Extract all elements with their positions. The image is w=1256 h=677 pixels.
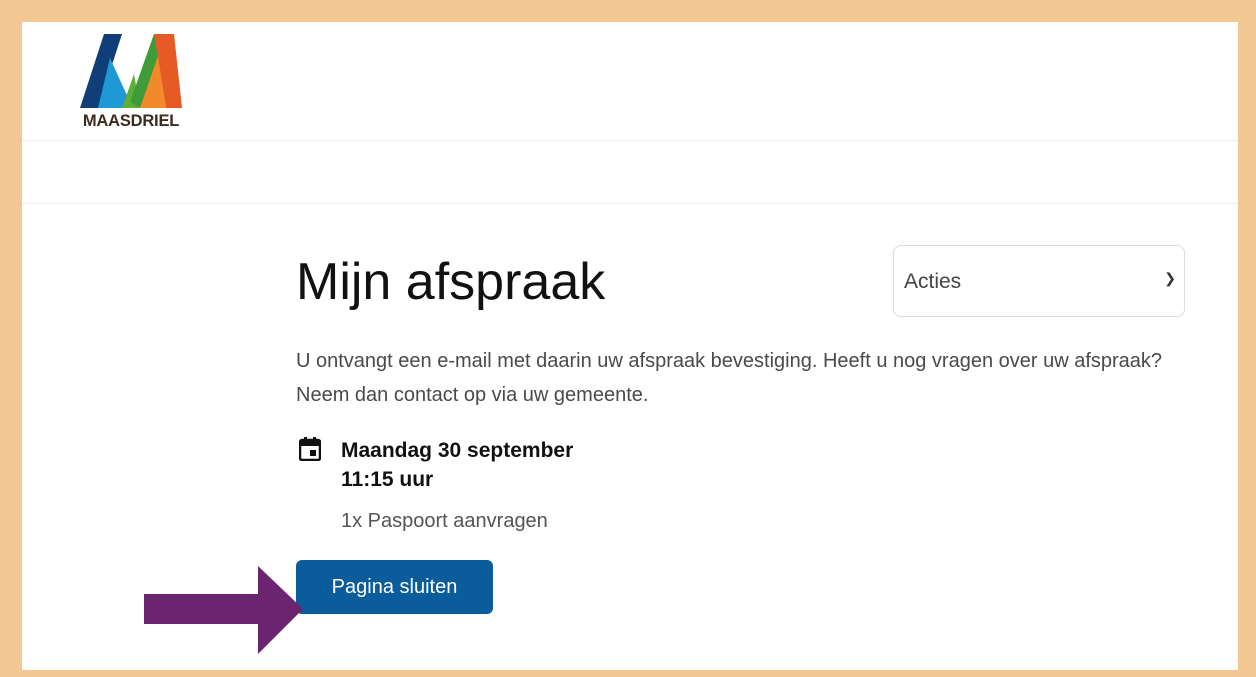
appointment-time: 11:15 uur <box>341 468 434 491</box>
appointment-date: Maandag 30 september <box>341 439 574 462</box>
close-page-button[interactable]: Pagina sluiten <box>296 560 493 614</box>
chevron-down-icon: ❯ <box>1164 270 1176 286</box>
page-title: Mijn afspraak <box>296 253 606 311</box>
appointment-service: 1x Paspoort aanvragen <box>341 510 548 532</box>
actions-select-value: Acties <box>904 270 962 293</box>
intro-text: U ontvangt een e-mail met daarin uw afsp… <box>296 350 1163 406</box>
actions-select[interactable]: Acties ❯ <box>893 245 1185 317</box>
arrow-right-icon <box>144 566 303 654</box>
